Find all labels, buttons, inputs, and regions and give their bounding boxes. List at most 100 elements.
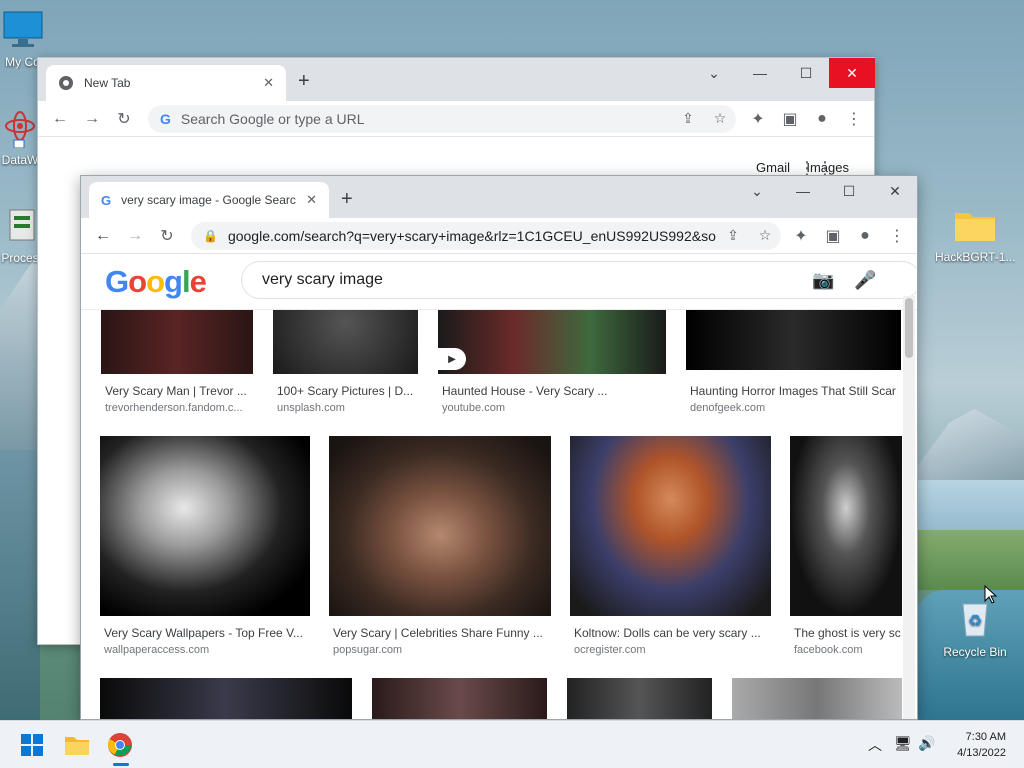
profile-avatar-icon[interactable]: ● — [849, 220, 881, 252]
wallpaper-mountain-right — [900, 409, 1024, 490]
search-box[interactable]: very scary image 📷 🎤 — [241, 261, 917, 299]
close-window-button[interactable]: ✕ — [872, 176, 917, 206]
show-hidden-icons-chevron-icon[interactable]: ︿ — [868, 735, 882, 755]
image-thumbnail[interactable] — [570, 436, 771, 616]
image-thumbnail[interactable] — [273, 310, 418, 374]
forward-button[interactable]: → — [76, 103, 108, 135]
back-button[interactable]: ← — [87, 220, 119, 252]
network-icon[interactable]: 🖥 — [894, 735, 912, 752]
bookmark-star-icon[interactable]: ☆ — [704, 110, 736, 127]
scrollbar-thumb[interactable] — [905, 298, 913, 358]
result-source: denofgeek.com — [690, 402, 766, 414]
side-panel-icon[interactable]: ▣ — [817, 220, 849, 252]
bookmark-star-icon[interactable]: ☆ — [749, 227, 781, 244]
image-thumbnail[interactable] — [100, 678, 352, 719]
extensions-icon[interactable]: ✦ — [742, 103, 774, 135]
microphone-icon[interactable]: 🎤 — [854, 270, 876, 291]
result-title[interactable]: Koltnow: Dolls can be very scary ... — [574, 626, 771, 640]
volume-icon[interactable]: 🔊 — [918, 735, 935, 752]
image-thumbnail[interactable]: ▶ — [438, 310, 666, 374]
start-button[interactable] — [16, 729, 48, 761]
minimize-button[interactable]: — — [737, 58, 783, 88]
new-tab-button[interactable]: + — [341, 188, 353, 211]
close-tab-icon[interactable]: ✕ — [306, 192, 317, 208]
google-g-icon: G — [160, 110, 171, 127]
side-panel-icon[interactable]: ▣ — [774, 103, 806, 135]
browser-toolbar: ← → ↻ G Search Google or type a URL ⇪ ☆ … — [38, 101, 874, 137]
image-thumbnail[interactable] — [100, 436, 310, 616]
taskbar: ︿ 🖥 🔊 7:30 AM 4/13/2022 — [0, 720, 1024, 768]
menu-kebab-icon[interactable]: ⋮ — [881, 220, 913, 252]
tab-strip: G very scary image - Google Search ✕ + ⌄… — [81, 176, 917, 218]
lock-icon: 🔒 — [203, 228, 218, 243]
image-thumbnail[interactable] — [732, 678, 902, 719]
forward-button[interactable]: → — [119, 220, 151, 252]
result-title[interactable]: 100+ Scary Pictures | D... — [277, 384, 422, 398]
desktop-icon-label: HackBGRT-1... — [935, 250, 1015, 264]
result-title[interactable]: Very Scary Wallpapers - Top Free V... — [104, 626, 310, 640]
tab-google-search[interactable]: G very scary image - Google Search ✕ — [89, 182, 329, 218]
close-window-button[interactable]: ✕ — [829, 58, 875, 88]
svg-text:♻: ♻ — [968, 613, 982, 630]
play-icon: ▶ — [438, 348, 466, 370]
profile-avatar-icon[interactable]: ● — [806, 103, 838, 135]
image-thumbnail[interactable] — [329, 436, 551, 616]
tab-search-icon[interactable]: ⌄ — [734, 176, 780, 206]
google-g-icon: G — [101, 192, 112, 208]
desktop-icon-process[interactable]: Proces — [0, 206, 40, 265]
system-clock[interactable]: 7:30 AM 4/13/2022 — [957, 729, 1006, 761]
image-thumbnail[interactable] — [101, 310, 253, 374]
menu-kebab-icon[interactable]: ⋮ — [838, 103, 870, 135]
omnibox[interactable]: 🔒 google.com/search?q=very+scary+image&r… — [191, 221, 781, 250]
maximize-button[interactable]: ☐ — [826, 176, 872, 206]
result-source: facebook.com — [794, 644, 863, 656]
chrome-icon — [59, 76, 73, 90]
desktop-icon-label: Proces — [1, 251, 39, 265]
chrome-taskbar-button[interactable] — [104, 729, 136, 761]
camera-icon[interactable]: 📷 — [812, 270, 834, 291]
file-explorer-button[interactable] — [61, 729, 93, 761]
omnibox-actions: ⇪ ☆ — [717, 227, 781, 244]
google-header: Google very scary image 📷 🎤 — [81, 254, 917, 310]
page-scrollbar[interactable] — [903, 296, 915, 719]
image-thumbnail[interactable] — [790, 436, 902, 616]
desktop-icon-recycle-bin[interactable]: ♻ Recycle Bin — [935, 596, 1015, 659]
browser-window-front[interactable]: G very scary image - Google Search ✕ + ⌄… — [80, 175, 918, 720]
search-query: very scary image — [262, 271, 383, 288]
process-icon — [9, 209, 35, 241]
reload-button[interactable]: ↻ — [151, 220, 183, 252]
share-icon[interactable]: ⇪ — [672, 110, 704, 127]
new-tab-button[interactable]: + — [298, 70, 310, 93]
desktop-icon-hackbgrt[interactable]: HackBGRT-1... — [935, 205, 1015, 264]
result-title[interactable]: Haunting Horror Images That Still Scar — [690, 384, 902, 398]
minimize-button[interactable]: — — [780, 176, 826, 206]
reload-button[interactable]: ↻ — [108, 103, 140, 135]
desktop-icon-datawrapper[interactable]: DataW — [0, 108, 40, 167]
close-tab-icon[interactable]: ✕ — [263, 75, 274, 91]
result-title[interactable]: The ghost is very sc — [794, 626, 902, 640]
window-controls: ⌄ — ☐ ✕ — [691, 58, 875, 88]
google-logo[interactable]: Google — [105, 264, 207, 300]
result-source: popsugar.com — [333, 644, 403, 656]
wallpaper-lake — [0, 450, 40, 720]
share-icon[interactable]: ⇪ — [717, 227, 749, 244]
desktop-icon-label: DataW — [1, 153, 39, 167]
tab-new-tab[interactable]: New Tab ✕ — [46, 65, 286, 101]
image-thumbnail[interactable] — [686, 310, 901, 370]
image-thumbnail[interactable] — [567, 678, 712, 719]
maximize-button[interactable]: ☐ — [783, 58, 829, 88]
gmail-link[interactable]: Gmail — [756, 160, 790, 175]
extensions-icon[interactable]: ✦ — [785, 220, 817, 252]
tab-search-icon[interactable]: ⌄ — [691, 58, 737, 88]
mouse-cursor-icon — [984, 585, 998, 604]
tab-title: New Tab — [84, 76, 131, 90]
result-title[interactable]: Very Scary | Celebrities Share Funny ... — [333, 626, 551, 640]
monitor-icon — [3, 11, 42, 47]
omnibox[interactable]: G Search Google or type a URL ⇪ ☆ — [148, 104, 736, 133]
desktop-icon-label: Recycle Bin — [943, 645, 1007, 659]
back-button[interactable]: ← — [44, 103, 76, 135]
atom-icon — [5, 111, 35, 149]
result-title[interactable]: Haunted House - Very Scary ... — [442, 384, 667, 398]
image-thumbnail[interactable] — [372, 678, 547, 719]
result-title[interactable]: Very Scary Man | Trevor ... — [105, 384, 255, 398]
